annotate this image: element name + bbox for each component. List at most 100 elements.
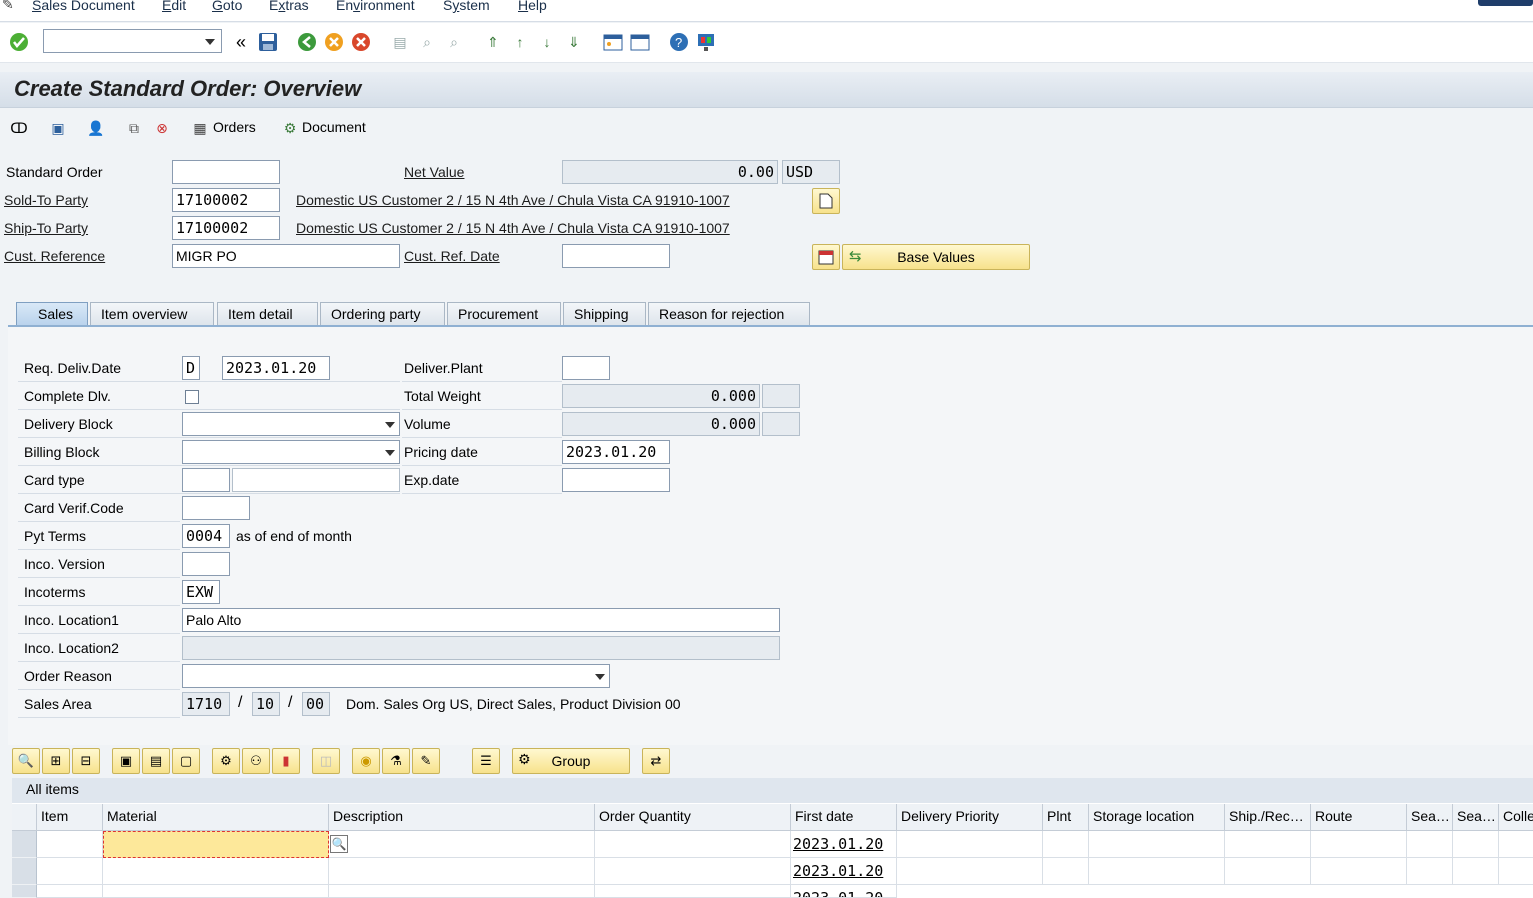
next-page-icon[interactable]: ↓: [536, 31, 558, 53]
col-plant[interactable]: Plnt: [1043, 804, 1089, 831]
col-storage-location[interactable]: Storage location: [1089, 804, 1225, 831]
menu-extras[interactable]: Extras: [269, 0, 309, 13]
table-cell-material[interactable]: [103, 858, 329, 885]
table-cell-first-date[interactable]: 2023.01.20: [791, 831, 897, 858]
chevron-down-icon[interactable]: [385, 450, 395, 456]
structure-icon[interactable]: ⚇: [242, 748, 270, 774]
tab-shipping[interactable]: Shipping: [563, 302, 646, 326]
header-icon[interactable]: ▣: [48, 118, 68, 138]
find-next-icon[interactable]: ⌕: [443, 31, 465, 53]
chevron-down-icon[interactable]: [205, 39, 215, 45]
menu-environment[interactable]: Environment: [336, 0, 415, 13]
help-icon[interactable]: ?: [668, 31, 690, 53]
col-route[interactable]: Route: [1311, 804, 1407, 831]
table-cell-quantity[interactable]: [595, 858, 791, 885]
billing-block-select[interactable]: [182, 440, 400, 464]
table-cell[interactable]: [1453, 858, 1499, 885]
batch-icon[interactable]: ⚗: [382, 748, 410, 774]
select-block-icon[interactable]: ▤: [142, 748, 170, 774]
standard-order-field[interactable]: [172, 160, 280, 184]
table-cell[interactable]: [1453, 831, 1499, 858]
order-reason-select[interactable]: [182, 664, 610, 688]
col-first-date[interactable]: First date: [791, 804, 897, 831]
net-value-label[interactable]: Net Value: [404, 164, 464, 180]
table-cell-material[interactable]: [103, 885, 329, 898]
inco-version-field[interactable]: [182, 552, 230, 576]
availability-check-icon[interactable]: ◫: [312, 748, 340, 774]
exit-icon[interactable]: [323, 31, 345, 53]
table-cell[interactable]: [1499, 858, 1533, 885]
insert-row-icon[interactable]: ⊞: [42, 748, 70, 774]
tab-ordering-party[interactable]: Ordering party: [320, 302, 445, 326]
cust-ref-date-label[interactable]: Cust. Ref. Date: [404, 248, 500, 264]
tab-sales[interactable]: Sales: [16, 302, 88, 326]
table-cell[interactable]: [1407, 858, 1453, 885]
row-selector[interactable]: [12, 858, 37, 885]
pyt-terms-field[interactable]: 0004: [182, 524, 230, 548]
table-cell-item[interactable]: [37, 858, 103, 885]
table-cell-description[interactable]: [329, 831, 595, 858]
settings-icon[interactable]: ⇄: [642, 748, 670, 774]
table-cell[interactable]: [1043, 831, 1089, 858]
base-values-button[interactable]: ⇆ Base Values: [842, 244, 1030, 270]
delivery-block-select[interactable]: [182, 412, 400, 436]
col-delivery-priority[interactable]: Delivery Priority: [897, 804, 1043, 831]
group-button[interactable]: ⚙ Group: [512, 748, 630, 774]
cust-reference-field[interactable]: MIGR PO: [172, 244, 400, 268]
row-selector[interactable]: [12, 831, 37, 858]
enter-check-icon[interactable]: [8, 31, 30, 53]
chevron-down-icon[interactable]: [595, 674, 605, 680]
collapse-icon[interactable]: «: [230, 31, 252, 53]
sold-to-party-description[interactable]: Domestic US Customer 2 / 15 N 4th Ave / …: [296, 192, 730, 208]
tab-procurement[interactable]: Procurement: [447, 302, 561, 326]
shortcut-icon[interactable]: [629, 31, 651, 53]
req-deliv-date-field[interactable]: 2023.01.20: [222, 356, 330, 380]
ship-to-party-field[interactable]: 17100002: [172, 216, 280, 240]
sold-to-party-field[interactable]: 17100002: [172, 188, 280, 212]
last-page-icon[interactable]: ⇓: [563, 31, 585, 53]
orders-icon[interactable]: ▦: [190, 118, 210, 138]
sold-to-party-label[interactable]: Sold-To Party: [4, 192, 88, 208]
ship-to-party-label[interactable]: Ship-To Party: [4, 220, 88, 236]
complete-dlv-checkbox[interactable]: [185, 390, 199, 404]
deliver-plant-field[interactable]: [562, 356, 610, 380]
table-cell-quantity[interactable]: [595, 831, 791, 858]
first-page-icon[interactable]: ⇑: [482, 31, 504, 53]
table-cell[interactable]: [897, 831, 1043, 858]
card-type-field[interactable]: [182, 468, 230, 492]
incoterms-field[interactable]: EXW: [182, 580, 220, 604]
cust-ref-date-field[interactable]: [562, 244, 670, 268]
table-cell-first-date[interactable]: 2023.01.20: [791, 858, 897, 885]
window-control[interactable]: [1478, 0, 1533, 6]
configuration-icon[interactable]: ⚙: [212, 748, 240, 774]
table-cell[interactable]: [1499, 831, 1533, 858]
row-selector-header[interactable]: [12, 804, 37, 831]
req-deliv-date-type-field[interactable]: D: [182, 356, 200, 380]
col-colle[interactable]: Colle: [1499, 804, 1533, 831]
menu-edit[interactable]: Edit: [162, 0, 186, 13]
col-item[interactable]: Item: [37, 804, 103, 831]
select-all-icon[interactable]: ▣: [112, 748, 140, 774]
item-details-icon[interactable]: 🔍: [12, 748, 40, 774]
customize-layout-icon[interactable]: [695, 31, 717, 53]
table-cell-quantity[interactable]: [595, 885, 791, 898]
ship-to-party-description[interactable]: Domestic US Customer 2 / 15 N 4th Ave / …: [296, 220, 730, 236]
chevron-down-icon[interactable]: [385, 422, 395, 428]
calendar-button[interactable]: [812, 244, 840, 270]
menu-system[interactable]: System: [443, 0, 490, 13]
sold-to-detail-button[interactable]: [812, 188, 840, 214]
table-cell[interactable]: [1225, 831, 1311, 858]
table-cell-description[interactable]: [329, 858, 595, 885]
document-icon[interactable]: ⚙: [280, 118, 300, 138]
material-input[interactable]: [103, 831, 329, 858]
cancel-icon[interactable]: [350, 31, 372, 53]
tab-item-overview[interactable]: Item overview: [90, 302, 214, 326]
table-cell[interactable]: [1407, 831, 1453, 858]
delete-row-icon[interactable]: ⊟: [72, 748, 100, 774]
print-icon[interactable]: ▤: [389, 31, 411, 53]
table-cell[interactable]: [1089, 831, 1225, 858]
table-cell[interactable]: [1089, 858, 1225, 885]
pricing-icon[interactable]: ⊗: [152, 118, 172, 138]
table-cell[interactable]: [897, 858, 1043, 885]
previous-page-icon[interactable]: ↑: [509, 31, 531, 53]
